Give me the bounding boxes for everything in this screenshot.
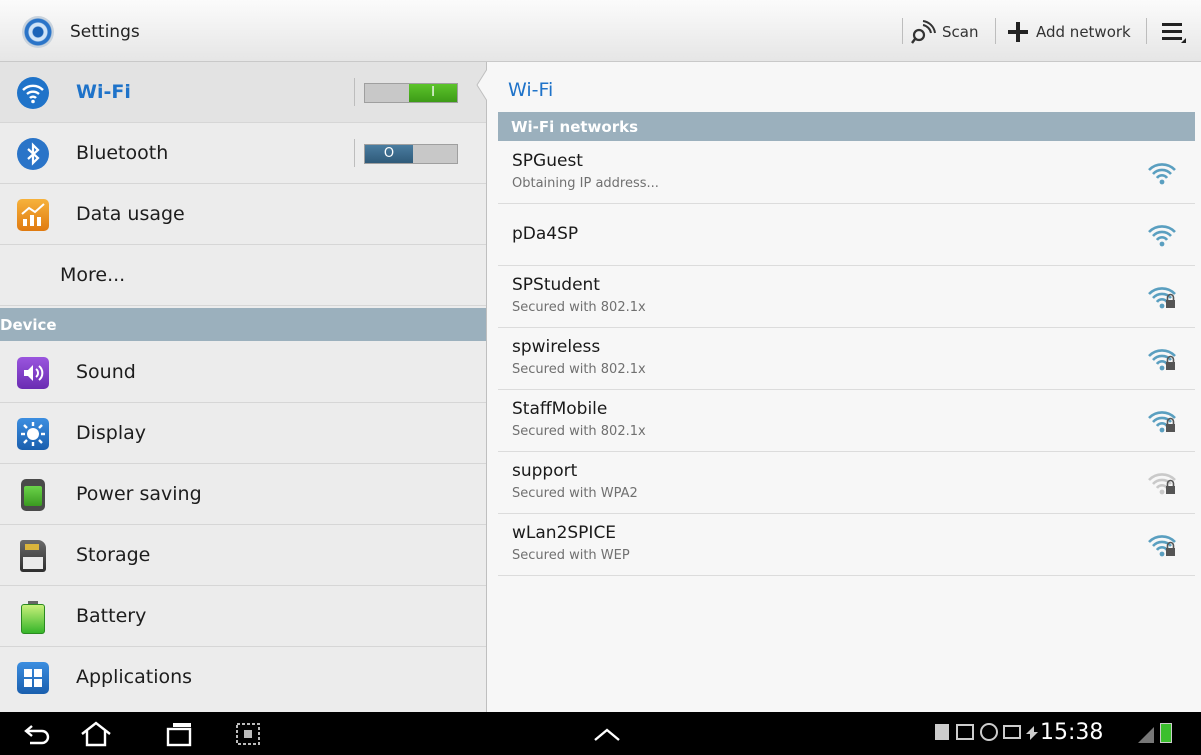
power-saving-icon (21, 479, 45, 511)
recent-apps-icon[interactable] (164, 720, 196, 748)
network-status: Secured with WPA2 (512, 486, 638, 501)
sidebar-item-label: Battery (76, 605, 147, 627)
network-name: wLan2SPICE (512, 523, 617, 543)
settings-sidebar: Wi-Fi I Bluetooth O Data usage More... D… (0, 62, 486, 712)
gallery-icon (956, 724, 974, 740)
sound-icon (17, 357, 49, 389)
section-header-label: Wi-Fi networks (511, 118, 639, 136)
battery-status-icon (1160, 723, 1172, 743)
status-clock: 15:38 (1040, 720, 1104, 745)
back-icon[interactable] (22, 720, 54, 748)
scan-icon (911, 20, 936, 44)
sidebar-item-label: Data usage (76, 203, 185, 225)
network-list-item[interactable]: SPStudent Secured with 802.1x (498, 266, 1195, 328)
usb-icon (1026, 726, 1038, 740)
action-bar: Settings Scan Add network (0, 0, 1201, 62)
sidebar-item-data-usage[interactable]: Data usage (0, 184, 486, 245)
overflow-menu-button[interactable] (1160, 14, 1194, 50)
app-title: Settings (70, 22, 140, 42)
network-name: SPStudent (512, 275, 600, 295)
wifi-secured-icon (1148, 349, 1176, 371)
section-header-wifi-networks: Wi-Fi networks (498, 112, 1195, 141)
sidebar-item-label: Display (76, 422, 147, 444)
wifi-toggle[interactable]: I (364, 83, 458, 103)
sidebar-item-wifi[interactable]: Wi-Fi I (0, 62, 486, 123)
network-name: support (512, 461, 578, 481)
wifi-detail-pane: Wi-Fi Wi-Fi networks SPGuest Obtaining IP… (487, 62, 1201, 712)
wifi-secured-icon (1148, 473, 1176, 495)
sidebar-item-battery[interactable]: Battery (0, 586, 486, 647)
network-list-item[interactable]: support Secured with WPA2 (498, 452, 1195, 514)
battery-icon (21, 601, 45, 634)
network-status: Secured with WEP (512, 548, 630, 563)
sidebar-item-label: Sound (76, 361, 136, 383)
network-list-item[interactable]: spwireless Secured with 802.1x (498, 328, 1195, 390)
email-icon (1003, 725, 1021, 739)
network-list-item[interactable]: pDa4SP (498, 204, 1195, 266)
sidebar-item-label: Bluetooth (76, 142, 169, 164)
sidebar-item-bluetooth[interactable]: Bluetooth O (0, 123, 486, 184)
toggle-divider (354, 139, 355, 167)
system-bar: 15:38 (0, 712, 1201, 755)
wifi-secured-icon (1148, 411, 1176, 433)
display-icon (17, 418, 49, 450)
wifi-secured-icon (1148, 535, 1176, 557)
data-usage-icon (17, 199, 49, 231)
section-header-label: Device (0, 316, 57, 334)
toggle-knob: O (365, 145, 413, 163)
applications-icon (17, 662, 49, 694)
home-icon[interactable] (78, 720, 114, 748)
plus-icon (1008, 22, 1028, 42)
wifi-icon (17, 77, 49, 109)
screenshot-icon[interactable] (234, 720, 262, 748)
sidebar-item-more[interactable]: More... (0, 245, 486, 306)
signal-icon (1138, 727, 1154, 743)
sidebar-item-label: Wi-Fi (76, 81, 131, 103)
sidebar-item-label: Storage (76, 544, 151, 566)
wifi-signal-icon (1148, 225, 1176, 247)
bluetooth-icon (17, 138, 49, 170)
network-name: SPGuest (512, 151, 583, 171)
scan-label: Scan (942, 23, 979, 41)
section-header-device: Device (0, 308, 486, 341)
bluetooth-toggle[interactable]: O (364, 144, 458, 164)
notification-icon (935, 724, 949, 740)
network-list-item[interactable]: StaffMobile Secured with 802.1x (498, 390, 1195, 452)
storage-icon (20, 540, 46, 572)
network-status: Secured with 802.1x (512, 424, 646, 439)
toggle-divider (354, 78, 355, 106)
sidebar-item-applications[interactable]: Applications (0, 647, 486, 708)
actionbar-divider (1146, 18, 1147, 44)
sync-icon (980, 723, 998, 741)
sidebar-item-display[interactable]: Display (0, 403, 486, 464)
network-list-item[interactable]: wLan2SPICE Secured with WEP (498, 514, 1195, 576)
menu-overflow-icon (1162, 23, 1186, 43)
add-network-button[interactable]: Add network (1006, 14, 1131, 50)
actionbar-divider (995, 18, 996, 44)
page-title: Wi-Fi (508, 79, 554, 101)
sidebar-item-label: More... (60, 264, 126, 286)
scan-button[interactable]: Scan (910, 14, 978, 50)
network-name: pDa4SP (512, 224, 579, 244)
wifi-secured-icon (1148, 287, 1176, 309)
actionbar-divider (902, 18, 903, 44)
network-list-item[interactable]: SPGuest Obtaining IP address... (498, 142, 1195, 204)
chevron-up-icon[interactable] (590, 720, 624, 748)
wifi-signal-icon (1148, 163, 1176, 185)
sidebar-item-storage[interactable]: Storage (0, 525, 486, 586)
network-status: Obtaining IP address... (512, 176, 659, 191)
sidebar-item-label: Power saving (76, 483, 202, 505)
sidebar-item-sound[interactable]: Sound (0, 342, 486, 403)
network-name: StaffMobile (512, 399, 608, 419)
add-network-label: Add network (1036, 23, 1131, 41)
network-name: spwireless (512, 337, 601, 357)
sidebar-item-power-saving[interactable]: Power saving (0, 464, 486, 525)
network-status: Secured with 802.1x (512, 362, 646, 377)
settings-gear-icon[interactable] (22, 16, 54, 48)
network-status: Secured with 802.1x (512, 300, 646, 315)
toggle-knob: I (409, 84, 457, 102)
sidebar-item-label: Applications (76, 666, 193, 688)
